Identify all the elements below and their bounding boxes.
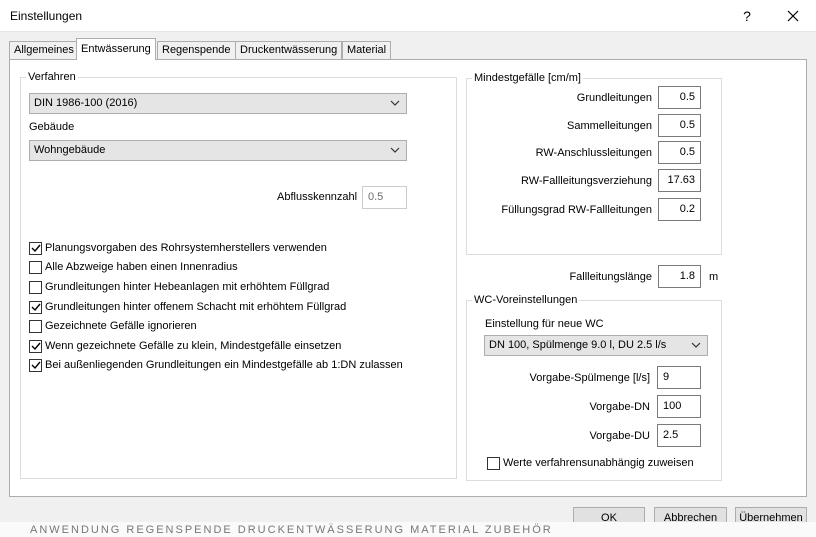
spuelmenge-label: Vorgabe-Spülmenge [l/s]: [529, 372, 650, 384]
checkbox-label: Grundleitungen hinter offenem Schacht mi…: [45, 301, 347, 313]
checkbox-label: Gezeichnete Gefälle ignorieren: [45, 320, 197, 332]
checkbox-box[interactable]: [29, 319, 42, 333]
checkbox-box[interactable]: [29, 280, 42, 294]
tab-entwaesserung[interactable]: Entwässerung: [76, 38, 156, 60]
verfahren-group: [20, 77, 457, 479]
help-button[interactable]: ?: [724, 0, 770, 32]
check-icon: [31, 303, 41, 312]
fallleitungslaenge-unit: m: [709, 271, 719, 283]
checkbox-hebeanlagen[interactable]: Grundleitungen hinter Hebeanlagen mit er…: [29, 279, 329, 295]
close-button[interactable]: [770, 0, 816, 32]
check-icon: [31, 244, 41, 253]
wc-neue-label: Einstellung für neue WC: [485, 318, 604, 330]
close-icon: [787, 10, 799, 22]
grundleitungen-label: Grundleitungen: [576, 92, 652, 104]
tab-label: Material: [347, 44, 387, 56]
chevron-down-icon: [390, 100, 400, 106]
verfahren-label: Verfahren: [26, 71, 78, 83]
verfahren-select[interactable]: DIN 1986-100 (2016): [29, 93, 407, 114]
vorgabe-du-label: Vorgabe-DU: [589, 430, 650, 442]
tab-label: Entwässerung: [81, 43, 151, 55]
checkbox-box[interactable]: [29, 358, 42, 372]
vorgabe-dn-label: Vorgabe-DN: [589, 401, 650, 413]
checkbox-planungsvorgaben[interactable]: Planungsvorgaben des Rohrsystemherstelle…: [29, 240, 327, 256]
tab-label: Regenspende: [162, 44, 231, 56]
sammelleitungen-field[interactable]: 0.5: [658, 114, 701, 137]
checkbox-label: Alle Abzweige haben einen Innenradius: [45, 261, 238, 273]
checkbox-label: Wenn gezeichnete Gefälle zu klein, Minde…: [45, 340, 342, 352]
check-icon: [31, 361, 41, 370]
rw-fallverziehung-field[interactable]: 17.63: [658, 169, 701, 192]
background-app-text: ANWENDUNG REGENSPENDE DRUCKENTWÄSSERUNG …: [30, 524, 553, 536]
sammelleitungen-label: Sammelleitungen: [567, 120, 652, 132]
fuellungsgrad-label: Füllungsgrad RW-Fallleitungen: [501, 204, 652, 216]
checkbox-label: Werte verfahrensunabhängig zuweisen: [503, 457, 694, 469]
rw-anschluss-label: RW-Anschlussleitungen: [535, 147, 652, 159]
checkbox-box[interactable]: [29, 260, 42, 274]
spuelmenge-field[interactable]: 9: [657, 366, 701, 389]
checkbox-label: Grundleitungen hinter Hebeanlagen mit er…: [45, 281, 330, 293]
fallleitungslaenge-field[interactable]: 1.8: [658, 265, 701, 288]
window-title: Einstellungen: [10, 9, 83, 23]
checkbox-label: Planungsvorgaben des Rohrsystemherstelle…: [45, 242, 327, 254]
wc-neue-value: DN 100, Spülmenge 9.0 l, DU 2.5 l/s: [489, 339, 667, 351]
fuellungsgrad-field[interactable]: 0.2: [658, 198, 701, 221]
verfahren-value: DIN 1986-100 (2016): [34, 97, 138, 109]
checkbox-box[interactable]: [29, 339, 42, 353]
checkbox-offener-schacht[interactable]: Grundleitungen hinter offenem Schacht mi…: [29, 299, 346, 315]
checkbox-innenradius[interactable]: Alle Abzweige haben einen Innenradius: [29, 259, 238, 275]
gebaeude-select[interactable]: Wohngebäude: [29, 140, 407, 161]
chevron-down-icon: [390, 147, 400, 153]
abfluss-label: Abflusskennzahl: [277, 191, 358, 203]
vorgabe-du-field[interactable]: 2.5: [657, 424, 701, 447]
checkbox-box[interactable]: [487, 456, 500, 470]
tab-material[interactable]: Material: [342, 41, 392, 59]
tab-label: Allgemeines: [14, 44, 74, 56]
chevron-down-icon: [691, 342, 701, 348]
rw-fallverziehung-label: RW-Fallleitungsverziehung: [520, 175, 652, 187]
gebaeude-label: Gebäude: [29, 121, 75, 133]
tab-druckentwaesserung[interactable]: Druckentwässerung: [235, 41, 343, 59]
help-icon: ?: [743, 8, 751, 24]
tab-allgemeines[interactable]: Allgemeines: [9, 41, 79, 59]
tab-regenspende[interactable]: Regenspende: [157, 41, 236, 59]
checkbox-aussenliegend[interactable]: Bei außenliegenden Grundleitungen ein Mi…: [29, 357, 403, 373]
tab-label: Druckentwässerung: [240, 44, 338, 56]
checkbox-label: Bei außenliegenden Grundleitungen ein Mi…: [45, 359, 403, 371]
wc-title: WC-Voreinstellungen: [472, 294, 580, 306]
mindestgefaelle-title: Mindestgefälle [cm/m]: [472, 72, 583, 84]
abfluss-field[interactable]: 0.5: [362, 186, 407, 209]
grundleitungen-field[interactable]: 0.5: [658, 86, 701, 109]
checkbox-verfahrensunabhaengig[interactable]: Werte verfahrensunabhängig zuweisen: [487, 455, 694, 471]
fallleitungslaenge-label: Fallleitungslänge: [569, 271, 652, 283]
vorgabe-dn-field[interactable]: 100: [657, 395, 701, 418]
checkbox-box[interactable]: [29, 241, 42, 255]
gebaeude-value: Wohngebäude: [34, 144, 106, 156]
checkbox-box[interactable]: [29, 300, 42, 314]
check-icon: [31, 342, 41, 351]
title-bar: [0, 0, 816, 32]
wc-neue-select[interactable]: DN 100, Spülmenge 9.0 l, DU 2.5 l/s: [484, 335, 708, 356]
rw-anschluss-field[interactable]: 0.5: [658, 141, 701, 164]
checkbox-gefaelle-ignorieren[interactable]: Gezeichnete Gefälle ignorieren: [29, 318, 197, 334]
checkbox-mindestgefaelle-einsetzen[interactable]: Wenn gezeichnete Gefälle zu klein, Minde…: [29, 338, 341, 354]
